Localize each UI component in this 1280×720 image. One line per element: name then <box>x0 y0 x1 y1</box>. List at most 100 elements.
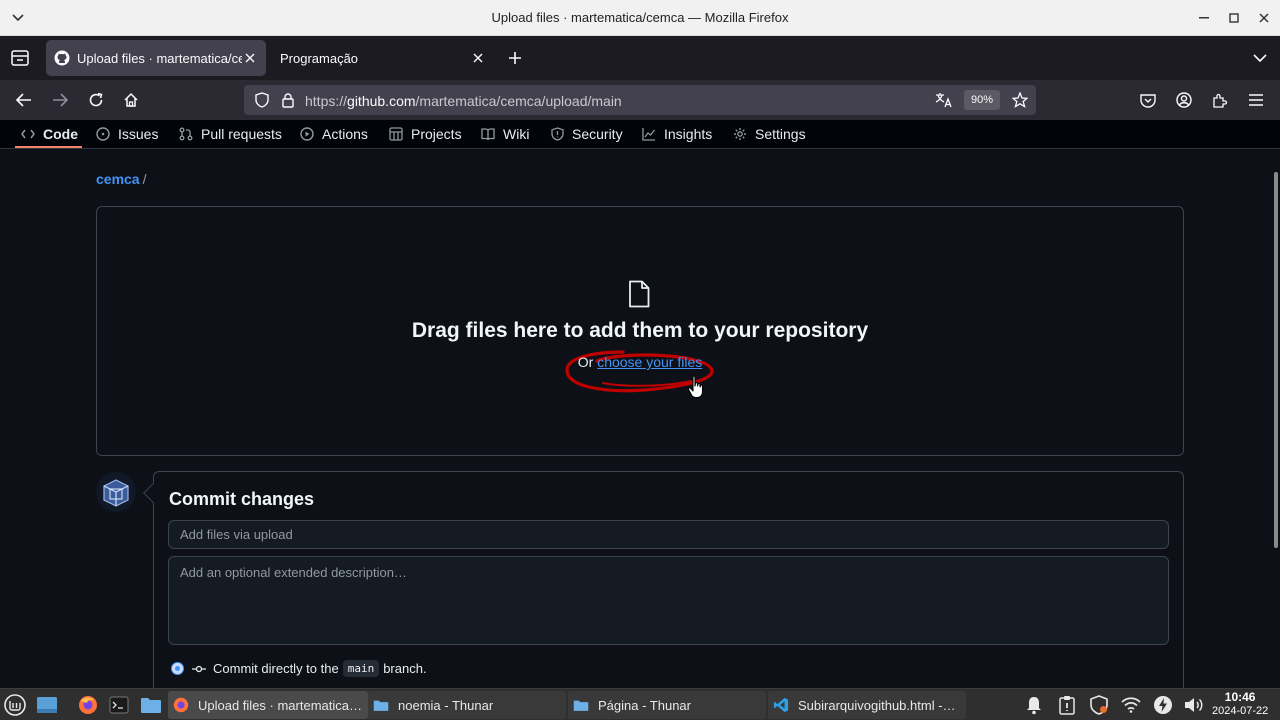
list-tabs-chevron-icon[interactable] <box>1248 46 1272 70</box>
active-tab-underline <box>15 146 82 148</box>
tab-projects-label: Projects <box>411 126 462 142</box>
show-desktop-icon[interactable] <box>36 694 58 716</box>
tab-settings[interactable]: Settings <box>733 120 806 148</box>
taskbar-clock[interactable]: 10:46 2024-07-22 <box>1212 690 1268 718</box>
book-icon <box>481 127 495 140</box>
taskbar-window-thunar-noemia[interactable]: noemia - Thunar <box>368 691 566 719</box>
tab-label: Upload files · martematica/cemca <box>77 50 242 66</box>
taskbar-window-label: noemia - Thunar <box>398 697 494 713</box>
zoom-level-badge[interactable]: 90% <box>964 90 1001 110</box>
repo-nav: Code Issues Pull requests Actions Projec… <box>0 120 1280 149</box>
tab-pull-requests-label: Pull requests <box>201 126 282 142</box>
commit-direct-radio[interactable] <box>172 663 183 674</box>
projects-table-icon <box>389 127 403 141</box>
tab-actions-label: Actions <box>322 126 368 142</box>
user-avatar[interactable] <box>96 472 136 512</box>
url-bar[interactable]: https://github.com/martematica/cemca/upl… <box>244 85 1036 115</box>
commit-summary-input[interactable] <box>168 520 1169 549</box>
tab-insights[interactable]: Insights <box>642 120 712 148</box>
url-prefix: https:// <box>305 93 348 109</box>
or-text: Or <box>577 354 594 370</box>
maximize-icon[interactable] <box>1224 8 1244 28</box>
close-window-icon[interactable] <box>1254 8 1274 28</box>
tab-security[interactable]: Security <box>551 120 623 148</box>
clipboard-alert-icon[interactable] <box>1056 694 1078 716</box>
power-bolt-icon[interactable] <box>1152 694 1174 716</box>
close-tab-icon[interactable] <box>242 50 258 66</box>
translate-icon[interactable] <box>932 88 956 112</box>
tab-code[interactable]: Code <box>21 120 78 148</box>
extensions-icon[interactable] <box>1208 88 1232 112</box>
firefox-view-icon[interactable] <box>8 46 32 70</box>
tab-wiki[interactable]: Wiki <box>481 120 529 148</box>
mint-menu-icon[interactable] <box>4 694 26 716</box>
issue-icon <box>96 127 110 141</box>
tab-security-label: Security <box>572 126 623 142</box>
git-commit-icon <box>192 665 206 672</box>
bookmark-star-icon[interactable] <box>1008 88 1032 112</box>
tab-actions[interactable]: Actions <box>300 120 368 148</box>
reload-icon[interactable] <box>84 88 108 112</box>
commit-changes-panel: Commit changes Commit directly to the ma… <box>143 471 1184 701</box>
pocket-icon[interactable] <box>1136 88 1160 112</box>
shield-icon <box>551 127 564 141</box>
firefox-launcher-icon[interactable] <box>77 694 99 716</box>
minimize-icon[interactable] <box>1194 8 1214 28</box>
account-icon[interactable] <box>1172 88 1196 112</box>
tab-strip: Upload files · martematica/cemca Program… <box>0 36 1280 80</box>
volume-icon[interactable] <box>1183 694 1205 716</box>
notifications-bell-icon[interactable] <box>1023 694 1045 716</box>
navigation-toolbar: https://github.com/martematica/cemca/upl… <box>0 80 1280 120</box>
code-icon <box>21 129 35 139</box>
drop-zone-subtitle: Or choose your files <box>97 354 1183 370</box>
commit-description-textarea[interactable] <box>168 556 1169 645</box>
home-icon[interactable] <box>119 88 143 112</box>
commit-option-text: Commit directly to the <box>213 661 339 676</box>
pull-request-icon <box>179 127 193 141</box>
tab-settings-label: Settings <box>755 126 806 142</box>
commit-direct-option[interactable]: Commit directly to the main branch. <box>172 660 427 677</box>
window-title: Upload files · martematica/cemca — Mozil… <box>491 10 789 25</box>
tab-programacao[interactable]: Programação <box>272 40 494 76</box>
close-tab-icon[interactable] <box>470 50 486 66</box>
tab-issues-label: Issues <box>118 126 159 142</box>
tab-issues[interactable]: Issues <box>96 120 158 148</box>
tab-pull-requests[interactable]: Pull requests <box>179 120 282 148</box>
files-launcher-icon[interactable] <box>140 694 162 716</box>
url-path: /martematica/cemca/upload/main <box>415 93 622 109</box>
breadcrumb: cemca / <box>96 171 146 187</box>
avatar-cube-image <box>96 472 136 512</box>
url-host: github.com <box>347 93 416 109</box>
clock-time: 10:46 <box>1224 690 1256 704</box>
tab-code-label: Code <box>43 126 78 142</box>
folder-icon <box>573 700 589 711</box>
breadcrumb-repo-link[interactable]: cemca <box>96 171 140 187</box>
taskbar-window-vscode[interactable]: Subirarquivogithub.html -… <box>768 691 966 719</box>
window-titlebar: Upload files · martematica/cemca — Mozil… <box>0 0 1280 36</box>
hamburger-menu-icon[interactable] <box>1244 88 1268 112</box>
taskbar-window-label: Upload files · martematica… <box>198 697 362 713</box>
taskbar-window-firefox[interactable]: Upload files · martematica… <box>168 691 368 719</box>
choose-files-link[interactable]: choose your files <box>597 354 702 370</box>
drop-zone-title: Drag files here to add them to your repo… <box>411 319 869 342</box>
tracking-protection-shield-icon[interactable] <box>250 88 274 112</box>
page-scrollbar[interactable] <box>1274 172 1278 548</box>
commit-title: Commit changes <box>169 489 315 509</box>
tab-upload-files[interactable]: Upload files · martematica/cemca <box>46 40 266 76</box>
url-text: https://github.com/martematica/cemca/upl… <box>305 93 622 109</box>
tab-projects[interactable]: Projects <box>389 120 462 148</box>
wifi-icon[interactable] <box>1120 694 1142 716</box>
new-tab-icon[interactable] <box>503 46 527 70</box>
actions-play-icon <box>300 127 314 141</box>
file-drop-zone[interactable]: Drag files here to add them to your repo… <box>96 206 1184 456</box>
terminal-launcher-icon[interactable] <box>108 694 130 716</box>
vscode-icon <box>773 697 789 713</box>
update-shield-icon[interactable] <box>1088 694 1110 716</box>
taskbar-window-thunar-pagina[interactable]: Página - Thunar <box>568 691 766 719</box>
tab-wiki-label: Wiki <box>503 126 530 142</box>
hand-pointer-cursor-icon <box>687 375 704 399</box>
forward-arrow-icon[interactable] <box>48 88 72 112</box>
back-arrow-icon[interactable] <box>12 88 36 112</box>
github-icon <box>54 50 70 66</box>
lock-icon[interactable] <box>276 88 300 112</box>
